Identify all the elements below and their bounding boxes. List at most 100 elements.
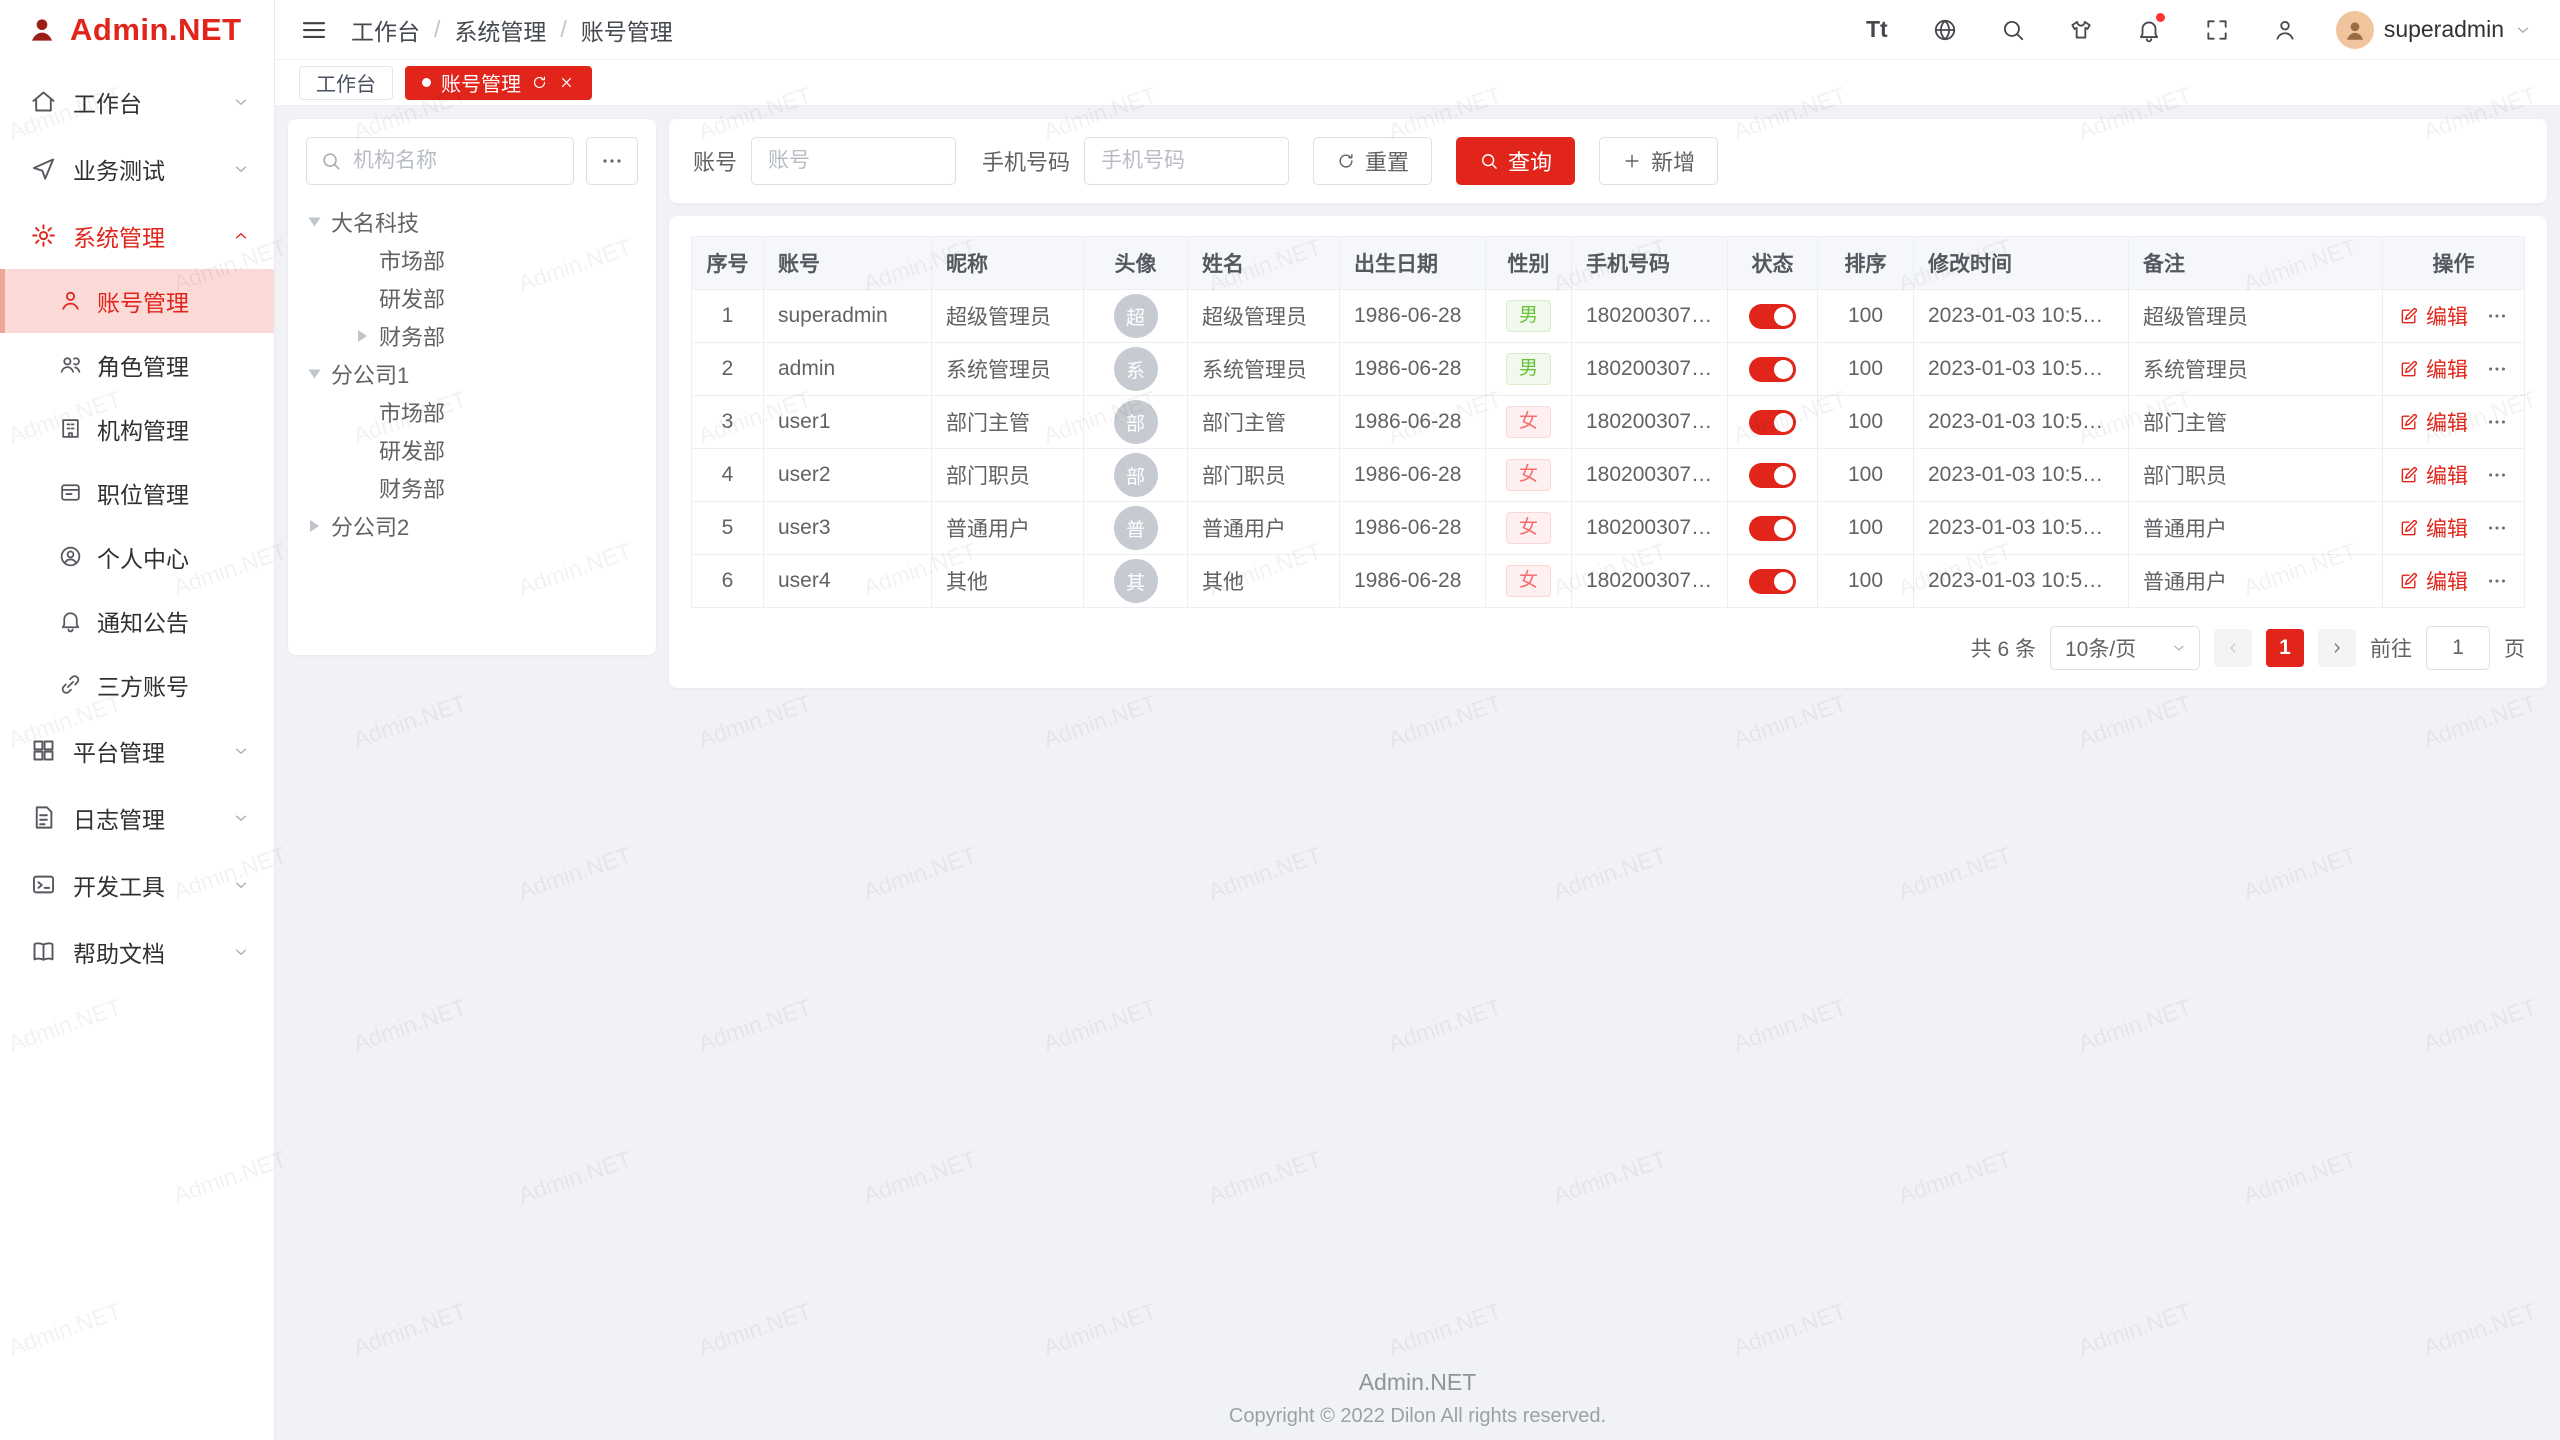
gender-tag: 女 (1506, 565, 1551, 597)
search-button[interactable] (1992, 9, 2034, 51)
goto-page-input[interactable] (2426, 626, 2490, 670)
tab-account-management[interactable]: 账号管理 (405, 66, 592, 100)
cell-remark: 普通用户 (2129, 502, 2383, 555)
add-button[interactable]: 新增 (1599, 137, 1718, 185)
more-actions-button[interactable] (2486, 411, 2508, 433)
tab-workbench[interactable]: 工作台 (299, 66, 393, 100)
gender-tag: 男 (1506, 353, 1551, 385)
fullscreen-button[interactable] (2196, 9, 2238, 51)
more-actions-button[interactable] (2486, 305, 2508, 327)
goto-label: 前往 (2370, 633, 2412, 663)
caret-collapsed-icon[interactable] (310, 520, 319, 532)
more-actions-button[interactable] (2486, 570, 2508, 592)
cell-avatar: 普 (1084, 502, 1188, 555)
org-tree-panel: 大名科技 市场部 研发部 财务部 分公司1 市场部 研发部 财务部 分公司2 (288, 119, 656, 655)
status-toggle[interactable] (1749, 304, 1796, 329)
sidebar-item-org-management[interactable]: 机构管理 (0, 397, 274, 461)
page-number-button[interactable]: 1 (2266, 629, 2304, 667)
sidebar-item-help-docs[interactable]: 帮助文档 (0, 918, 274, 985)
sidebar-item-business-test[interactable]: 业务测试 (0, 135, 274, 202)
cell-phone: 18020030720 (1572, 502, 1728, 555)
theme-button[interactable] (2060, 9, 2102, 51)
search-button[interactable]: 查询 (1456, 137, 1575, 185)
sidebar-item-thirdparty-account[interactable]: 三方账号 (0, 653, 274, 717)
reset-button[interactable]: 重置 (1313, 137, 1432, 185)
cell-phone: 18020030720 (1572, 343, 1728, 396)
edit-button[interactable]: 编辑 (2399, 301, 2468, 331)
search-icon (320, 150, 342, 172)
grid-icon (30, 737, 57, 764)
edit-button[interactable]: 编辑 (2399, 460, 2468, 490)
footer-title: Admin.NET (275, 1369, 2560, 1396)
sidebar-item-log-management[interactable]: 日志管理 (0, 784, 274, 851)
caret-placeholder (358, 292, 367, 304)
more-actions-button[interactable] (2486, 517, 2508, 539)
sidebar-item-role-management[interactable]: 角色管理 (0, 333, 274, 397)
avatar: 部 (1114, 453, 1158, 497)
notification-button[interactable] (2128, 9, 2170, 51)
cell-account: superadmin (764, 290, 932, 343)
refresh-icon[interactable] (531, 74, 548, 91)
font-size-button[interactable]: Tt (1856, 9, 1898, 51)
status-toggle[interactable] (1749, 410, 1796, 435)
tree-node[interactable]: 市场部 (306, 393, 638, 431)
edit-button[interactable]: 编辑 (2399, 566, 2468, 596)
edit-button[interactable]: 编辑 (2399, 513, 2468, 543)
close-icon[interactable] (558, 74, 575, 91)
breadcrumb-item[interactable]: 系统管理 (454, 13, 546, 47)
more-actions-button[interactable] (2486, 464, 2508, 486)
next-page-button[interactable] (2318, 629, 2356, 667)
sidebar-item-account-management[interactable]: 账号管理 (0, 269, 274, 333)
tree-node[interactable]: 分公司2 (306, 507, 638, 545)
sidebar-item-system-management[interactable]: 系统管理 (0, 202, 274, 269)
org-search-input[interactable] (306, 137, 574, 185)
tree-node[interactable]: 研发部 (306, 431, 638, 469)
sidebar-item-notice[interactable]: 通知公告 (0, 589, 274, 653)
sidebar-item-personal-center[interactable]: 个人中心 (0, 525, 274, 589)
profile-button[interactable] (2264, 9, 2306, 51)
accounts-table-panel: 序号 账号 昵称 头像 姓名 出生日期 性别 手机号码 状态 排序 修改时间 备… (669, 216, 2547, 688)
page-size-select[interactable]: 10条/页 (2050, 626, 2200, 670)
chevron-down-icon (2514, 21, 2532, 39)
status-toggle[interactable] (1749, 357, 1796, 382)
hamburger-menu-icon[interactable] (299, 15, 329, 45)
user-menu[interactable]: superadmin (2336, 11, 2532, 49)
account-input[interactable] (751, 137, 956, 185)
breadcrumb-item[interactable]: 工作台 (351, 13, 420, 47)
caret-expanded-icon[interactable] (309, 370, 321, 379)
pagination-total: 共 6 条 (1971, 633, 2036, 663)
sidebar-item-platform-management[interactable]: 平台管理 (0, 717, 274, 784)
caret-collapsed-icon[interactable] (358, 330, 367, 342)
cell-status (1728, 502, 1818, 555)
tree-node[interactable]: 研发部 (306, 279, 638, 317)
gender-tag: 男 (1506, 300, 1551, 332)
tree-node[interactable]: 财务部 (306, 317, 638, 355)
cell-nickname: 系统管理员 (932, 343, 1084, 396)
tree-node-label: 大名科技 (331, 206, 419, 238)
tab-label: 账号管理 (441, 68, 521, 97)
status-toggle[interactable] (1749, 569, 1796, 594)
tree-node[interactable]: 市场部 (306, 241, 638, 279)
sidebar-item-position-management[interactable]: 职位管理 (0, 461, 274, 525)
tree-node[interactable]: 分公司1 (306, 355, 638, 393)
prev-page-button[interactable] (2214, 629, 2252, 667)
status-toggle[interactable] (1749, 463, 1796, 488)
users-icon (58, 352, 83, 379)
globe-icon (1932, 17, 1958, 43)
caret-expanded-icon[interactable] (309, 218, 321, 227)
language-button[interactable] (1924, 9, 1966, 51)
edit-button[interactable]: 编辑 (2399, 407, 2468, 437)
tree-node[interactable]: 大名科技 (306, 203, 638, 241)
edit-button[interactable]: 编辑 (2399, 354, 2468, 384)
cell-actions: 编辑 (2383, 343, 2525, 396)
cell-remark: 超级管理员 (2129, 290, 2383, 343)
fullscreen-icon (2204, 17, 2230, 43)
sidebar-item-workbench[interactable]: 工作台 (0, 68, 274, 135)
phone-input[interactable] (1084, 137, 1289, 185)
status-toggle[interactable] (1749, 516, 1796, 541)
tree-more-button[interactable] (586, 137, 638, 185)
sidebar-item-dev-tools[interactable]: 开发工具 (0, 851, 274, 918)
more-actions-button[interactable] (2486, 358, 2508, 380)
table-body: 1superadmin超级管理员超超级管理员1986-06-28男1802003… (692, 290, 2525, 608)
tree-node[interactable]: 财务部 (306, 469, 638, 507)
